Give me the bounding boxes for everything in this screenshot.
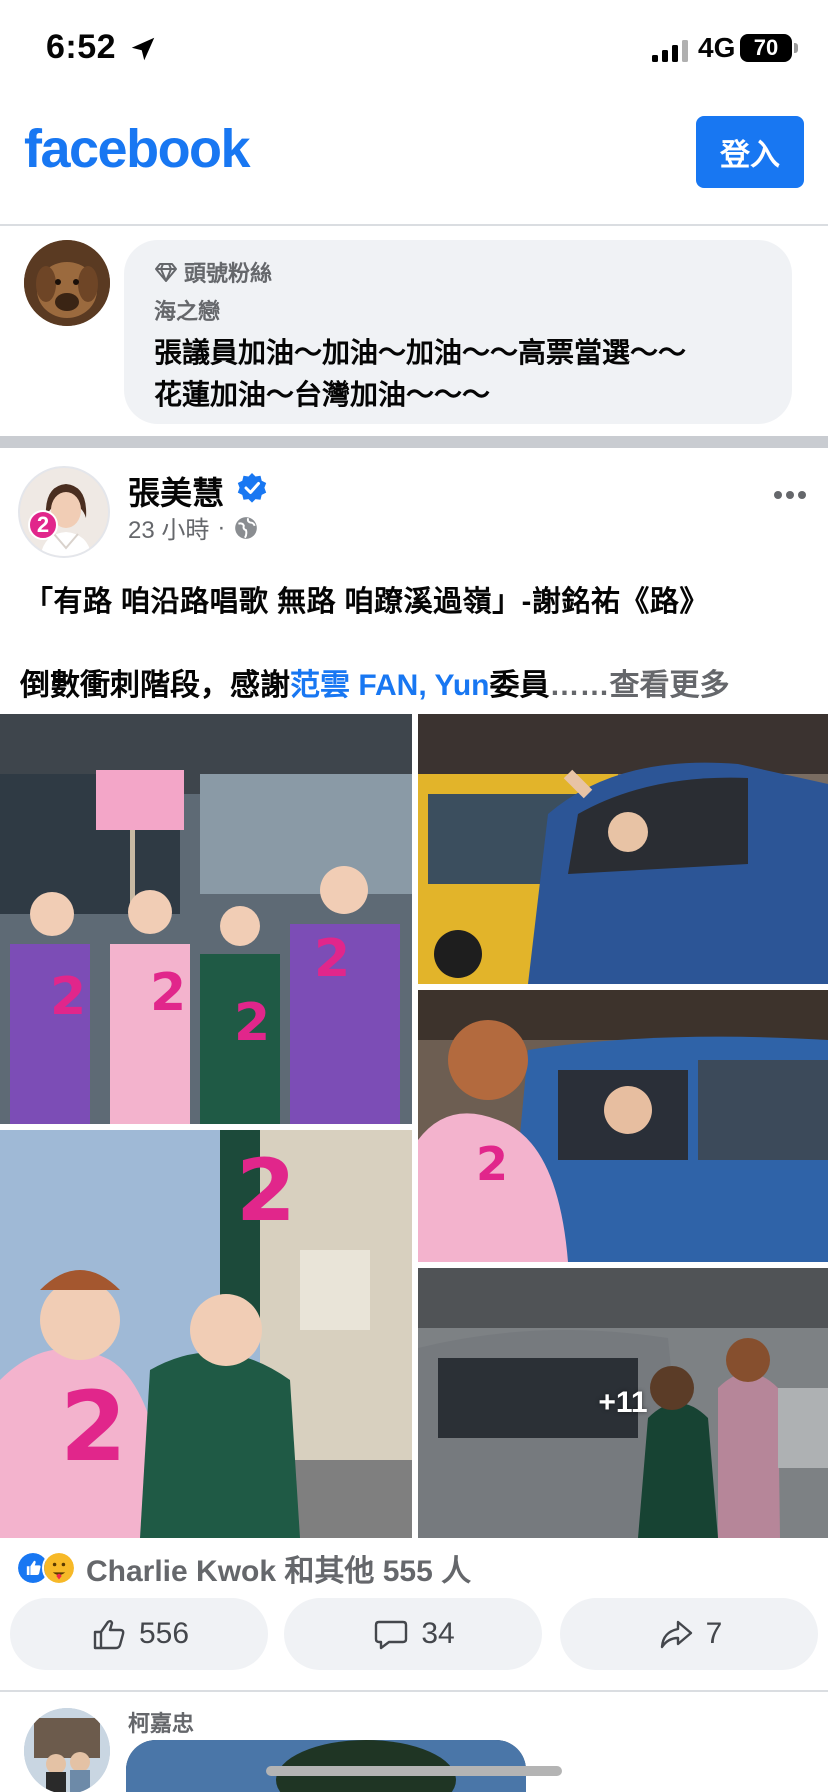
post-text-prefix: 倒數衝刺階段，感謝	[20, 669, 290, 702]
post-photo-2[interactable]	[418, 714, 828, 984]
diamond-icon	[155, 263, 177, 282]
comment-author[interactable]: 海之戀	[154, 294, 762, 326]
next-comment-avatar[interactable]	[24, 1708, 110, 1792]
comment-button[interactable]: 34	[284, 1598, 542, 1670]
globe-icon	[235, 516, 258, 539]
status-time: 6:52	[46, 28, 117, 66]
status-bar: 6:52 4G 70	[0, 0, 828, 100]
post-divider	[0, 1690, 828, 1692]
svg-text:2: 2	[236, 1141, 296, 1241]
post-text-suffix: 委員	[489, 669, 550, 702]
verified-badge-icon	[237, 473, 267, 503]
avatar-number-badge: 2	[28, 510, 58, 540]
feed-separator	[0, 436, 828, 448]
battery-icon: 70	[740, 34, 798, 62]
svg-text:2: 2	[476, 1137, 508, 1191]
badge-label: 頭號粉絲	[184, 261, 273, 286]
meta-separator: ·	[217, 513, 226, 541]
post-photo-4[interactable]: 2 2	[0, 1130, 412, 1538]
svg-text:2: 2	[60, 1371, 127, 1483]
facebook-logo[interactable]: facebook	[24, 118, 251, 180]
post-author[interactable]: 張美慧	[128, 468, 224, 514]
comment: 頭號粉絲 海之戀 張議員加油～加油～加油～～高票當選～～ 花蓮加油～台灣加油～～…	[0, 228, 828, 436]
comment-text: 張議員加油～加油～加油～～高票當選～～ 花蓮加油～台灣加油～～～	[154, 332, 762, 416]
post-meta: 23 小時 ·	[128, 510, 259, 545]
care-reaction-icon	[42, 1551, 76, 1585]
svg-text:2: 2	[150, 963, 186, 1023]
post-photo-3[interactable]: 2	[418, 990, 828, 1262]
post-text-line-1: 「有路 咱沿路唱歌 無路 咱蹽溪過嶺」-謝銘祐《路》	[24, 586, 709, 618]
next-comment-author[interactable]: 柯嘉忠	[128, 1706, 194, 1738]
mention-link[interactable]: 范雲 FAN, Yun	[290, 660, 489, 704]
svg-text:2: 2	[314, 929, 350, 989]
signal-icon	[652, 40, 688, 62]
post-text-line-2: 倒數衝刺階段，感謝 范雲 FAN, Yun 委員 …… 查看更多	[20, 660, 729, 704]
like-count: 556	[138, 1617, 190, 1650]
reactions-summary[interactable]: Charlie Kwok 和其他 555 人	[16, 1548, 471, 1588]
home-indicator	[266, 1766, 562, 1776]
svg-text:2: 2	[234, 993, 270, 1053]
like-button[interactable]: 556	[10, 1598, 268, 1670]
ellipsis: ……	[549, 669, 610, 702]
network-label: 4G	[698, 32, 736, 63]
see-more-link[interactable]: 查看更多	[609, 660, 729, 704]
post-avatar[interactable]	[18, 466, 110, 558]
more-options-icon[interactable]	[770, 480, 810, 510]
share-arrow-icon	[660, 1620, 692, 1649]
comment-bubble: 頭號粉絲 海之戀 張議員加油～加油～加油～～高票當選～～ 花蓮加油～台灣加油～～…	[124, 240, 792, 424]
comment-text-line-2: 花蓮加油～台灣加油～～～	[154, 379, 491, 410]
reaction-names: Charlie Kwok 和其他 555 人	[86, 1555, 472, 1588]
comment-text-line-1: 張議員加油～加油～加油～～高票當選～～	[154, 337, 687, 368]
app-header: facebook 登入	[0, 100, 828, 226]
comment-count: 34	[421, 1617, 455, 1650]
share-button[interactable]: 7	[560, 1598, 818, 1670]
post-time[interactable]: 23 小時	[128, 510, 209, 545]
avatar[interactable]	[24, 240, 110, 326]
comment-bubble-icon	[375, 1620, 408, 1650]
share-count: 7	[705, 1617, 723, 1650]
svg-text:2: 2	[50, 967, 86, 1027]
post-photo-1[interactable]: 2 2 2 2	[0, 714, 412, 1124]
more-photos-count[interactable]: +11	[418, 1268, 828, 1538]
thumbs-up-icon	[93, 1620, 125, 1650]
login-button[interactable]: 登入	[696, 116, 804, 188]
location-arrow-icon	[131, 37, 155, 61]
top-fan-badge: 頭號粉絲	[154, 256, 762, 288]
